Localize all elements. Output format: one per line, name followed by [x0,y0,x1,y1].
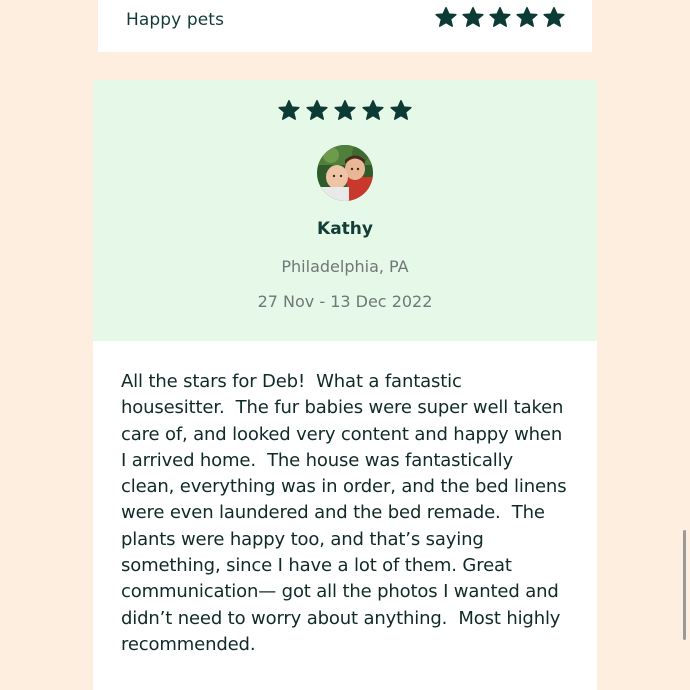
star-icon [333,99,357,127]
happy-pets-stars [434,6,566,34]
reviewer-location: Philadelphia, PA [281,257,409,276]
reviewer-name: Kathy [317,219,373,239]
review-card: Kathy Philadelphia, PA 27 Nov - 13 Dec 2… [93,80,597,690]
previous-review-card: Happy pets [98,0,592,52]
review-text: All the stars for Deb! What a fantastic … [121,371,572,655]
rating-row-happy-pets: Happy pets [126,0,566,46]
star-icon [389,99,413,127]
star-icon [305,99,329,127]
review-dates: 27 Nov - 13 Dec 2022 [257,292,433,311]
review-rating-stars [277,99,413,127]
star-icon [277,99,301,127]
star-icon [542,6,566,34]
star-icon [434,6,458,34]
review-header: Kathy Philadelphia, PA 27 Nov - 13 Dec 2… [93,80,597,341]
rating-label: Happy pets [126,10,225,30]
star-icon [515,6,539,34]
reviewer-avatar[interactable] [317,145,373,201]
scrollbar[interactable] [683,530,686,640]
star-icon [461,6,485,34]
star-icon [488,6,512,34]
star-icon [361,99,385,127]
